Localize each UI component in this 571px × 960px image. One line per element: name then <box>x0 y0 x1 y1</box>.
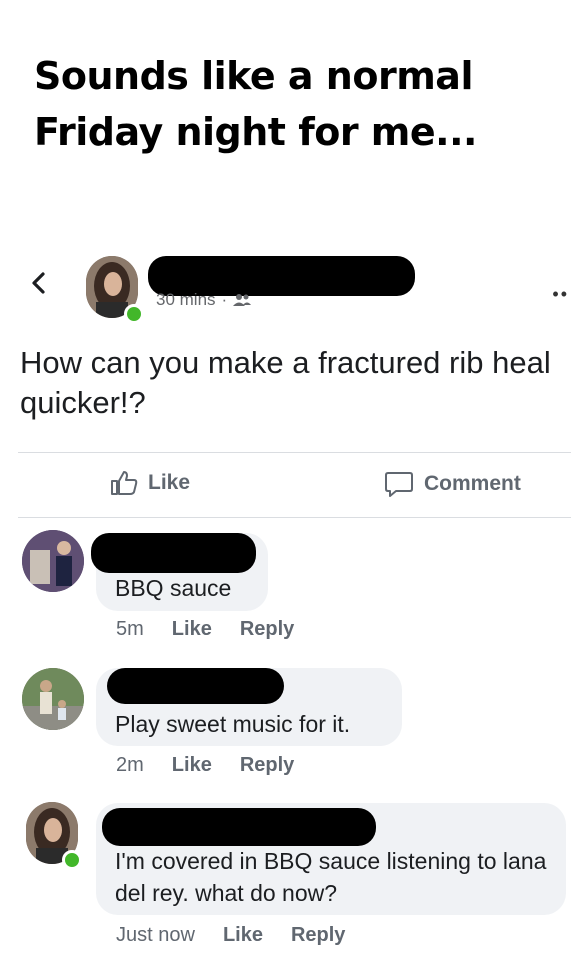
comment-like-button[interactable]: Like <box>223 924 263 947</box>
meme-caption: Sounds like a normal Friday night for me… <box>34 54 477 154</box>
comment-label: Comment <box>424 472 521 495</box>
post-time[interactable]: 30 mins <box>156 290 216 310</box>
friends-icon <box>233 294 252 306</box>
commenter-name-redacted <box>107 668 284 704</box>
comment-reply-button[interactable]: Reply <box>240 754 294 777</box>
thumbs-up-icon <box>111 471 138 495</box>
comment-actions: 5m Like Reply <box>116 618 294 641</box>
meta-separator: · <box>221 290 228 309</box>
post-meta: 30 mins · <box>156 290 252 310</box>
comment-time[interactable]: 2m <box>116 754 144 777</box>
comment-button[interactable]: Comment <box>384 470 521 498</box>
comment-icon <box>385 472 413 497</box>
post-text: How can you make a fractured rib heal qu… <box>20 345 551 420</box>
divider-bottom <box>18 517 571 518</box>
comment-text: Play sweet music for it. <box>115 711 351 737</box>
chevron-left-icon <box>32 272 45 294</box>
more-options-icon[interactable]: •• <box>552 284 569 305</box>
comment-reply-button[interactable]: Reply <box>240 618 294 641</box>
post-header: 30 mins · •• <box>0 248 571 328</box>
online-status-icon <box>124 304 144 324</box>
commenter-name-redacted <box>102 808 376 846</box>
commenter-avatar[interactable] <box>22 668 84 730</box>
comment-text: BBQ sauce <box>115 575 232 601</box>
comment-reply-button[interactable]: Reply <box>291 924 345 947</box>
comment-text: I'm covered in BBQ sauce listening to la… <box>115 848 547 906</box>
like-label: Like <box>148 471 191 494</box>
back-button[interactable] <box>24 268 54 298</box>
comment-like-button[interactable]: Like <box>172 754 212 777</box>
like-button[interactable]: Like <box>110 470 190 496</box>
comment-actions: 2m Like Reply <box>116 754 294 777</box>
comment-time[interactable]: 5m <box>116 618 144 641</box>
commenter-name-redacted <box>91 533 256 573</box>
comment-actions: Just now Like Reply <box>116 924 345 947</box>
online-status-icon <box>62 850 82 870</box>
divider-top <box>18 452 571 453</box>
comment-like-button[interactable]: Like <box>172 618 212 641</box>
comment-time[interactable]: Just now <box>116 924 195 947</box>
commenter-avatar[interactable] <box>22 530 84 592</box>
